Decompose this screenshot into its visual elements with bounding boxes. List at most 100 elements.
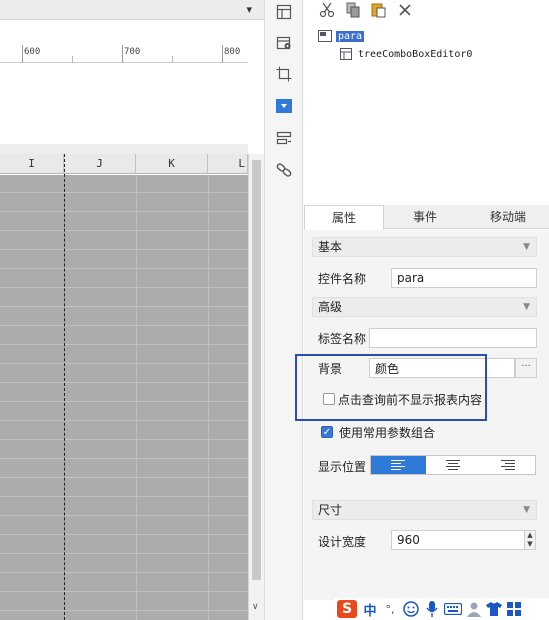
chevron-up-icon[interactable]: ▲ xyxy=(525,531,535,540)
widget-toolbar xyxy=(264,0,303,620)
section-title: 基本 xyxy=(318,240,343,254)
vertical-scrollbar[interactable]: ∨ xyxy=(248,154,264,620)
grid-row-line xyxy=(0,553,248,554)
tree-node-para[interactable]: para xyxy=(318,30,365,42)
tag-name-input[interactable] xyxy=(369,328,537,348)
delete-icon[interactable] xyxy=(394,0,416,20)
dropdown-icon[interactable]: ▾ xyxy=(246,3,252,16)
grid-row-line xyxy=(0,477,248,478)
section-basic[interactable]: 基本 ▼ xyxy=(312,237,537,257)
punctuation-toggle[interactable]: °, xyxy=(380,598,400,620)
highlight-box xyxy=(295,354,487,421)
chevron-down-icon[interactable]: ▼ xyxy=(523,298,530,316)
grid-row-line xyxy=(0,515,248,516)
crop-icon[interactable] xyxy=(274,64,294,84)
ruler-label: 800 xyxy=(224,47,241,57)
tree-combobox-node-icon xyxy=(340,48,352,60)
grid-row-line xyxy=(0,420,248,421)
chevron-down-icon[interactable]: ∨ xyxy=(252,602,259,612)
skin-shirt-icon[interactable] xyxy=(484,598,504,620)
align-center-button[interactable] xyxy=(426,456,481,474)
chevron-down-icon[interactable]: ▼ xyxy=(523,238,530,256)
sogou-logo-icon[interactable]: S xyxy=(334,598,360,620)
grid-row-line xyxy=(0,382,248,383)
more-options-button[interactable]: ··· xyxy=(515,358,537,378)
tree-toolbar xyxy=(304,0,549,22)
tab-events[interactable]: 事件 xyxy=(385,205,465,229)
grid-row-line xyxy=(0,211,248,212)
section-title: 高级 xyxy=(318,300,343,314)
control-name-input[interactable] xyxy=(391,268,537,288)
form-widget-icon[interactable] xyxy=(274,128,294,148)
grid-row-line xyxy=(0,610,248,611)
layout-icon[interactable] xyxy=(274,2,294,22)
cell-grid[interactable] xyxy=(0,175,248,620)
section-advanced[interactable]: 高级 ▼ xyxy=(312,297,537,317)
tree-node-combobox[interactable]: treeComboBoxEditor0 xyxy=(340,48,472,60)
column-headers: I J K L xyxy=(0,154,248,174)
report-editor: ▾ 600 700 800 I J K L ∨ xyxy=(0,0,264,620)
ruler-minor-tick xyxy=(72,56,73,63)
tab-properties[interactable]: 属性 xyxy=(304,205,384,230)
grid-row-line xyxy=(0,401,248,402)
grid-row-line xyxy=(0,230,248,231)
alignment-selector xyxy=(370,455,536,475)
section-size[interactable]: 尺寸 ▼ xyxy=(312,500,537,520)
use-param-combo-checkbox[interactable]: ✓ xyxy=(321,426,333,438)
grid-row-line xyxy=(0,496,248,497)
keyboard-icon[interactable] xyxy=(442,598,464,620)
grid-row-line xyxy=(0,325,248,326)
microphone-icon[interactable] xyxy=(422,598,442,620)
grid-column-line xyxy=(208,175,209,620)
cut-icon[interactable] xyxy=(316,0,338,20)
grid-row-line xyxy=(0,268,248,269)
toolbox-grid-icon[interactable] xyxy=(504,598,524,620)
align-right-icon xyxy=(500,460,515,470)
properties-panel: para treeComboBoxEditor0 属性 事件 移动端 基本 ▼ … xyxy=(304,0,549,620)
ruler-minor-tick xyxy=(172,56,173,63)
grid-row-line xyxy=(0,591,248,592)
tab-mobile[interactable]: 移动端 xyxy=(467,205,549,229)
column-header-l[interactable]: L xyxy=(208,154,248,174)
grid-row-line xyxy=(0,439,248,440)
ruler-label: 600 xyxy=(24,47,41,57)
emoji-icon[interactable] xyxy=(400,598,422,620)
user-icon[interactable] xyxy=(464,598,484,620)
grid-row-line xyxy=(0,344,248,345)
ime-mode-toggle[interactable]: 中 xyxy=(360,598,380,620)
tag-name-label: 标签名称 xyxy=(318,332,367,346)
align-left-button[interactable] xyxy=(371,456,426,474)
column-header-k[interactable]: K xyxy=(136,154,208,174)
sogou-logo-text: S xyxy=(337,600,357,618)
pane-separator[interactable] xyxy=(0,144,248,154)
copy-icon[interactable] xyxy=(342,0,364,20)
widget-settings-icon[interactable] xyxy=(274,33,294,53)
paste-icon[interactable] xyxy=(368,0,390,20)
column-header-j[interactable]: J xyxy=(64,154,136,174)
grid-column-line xyxy=(136,175,137,620)
parameter-pane-canvas[interactable] xyxy=(0,64,248,144)
display-position-label: 显示位置 xyxy=(318,460,367,474)
use-param-combo-label[interactable]: 使用常用参数组合 xyxy=(339,424,435,441)
chevron-down-icon[interactable]: ▼ xyxy=(523,501,530,519)
design-width-stepper[interactable]: ▲ ▼ xyxy=(524,530,536,550)
ruler-tick xyxy=(122,45,123,63)
design-width-label: 设计宽度 xyxy=(318,535,367,549)
align-right-button[interactable] xyxy=(480,456,535,474)
ime-toolbar: S 中 °, xyxy=(334,598,549,620)
link-icon[interactable] xyxy=(274,160,294,180)
grid-row-line xyxy=(0,363,248,364)
scrollbar-thumb[interactable] xyxy=(252,160,261,580)
combobox-widget-icon[interactable] xyxy=(274,96,294,116)
grid-row-line xyxy=(0,192,248,193)
form-node-icon xyxy=(318,30,332,42)
ruler-tick xyxy=(22,45,23,63)
design-width-input[interactable] xyxy=(391,530,525,550)
section-title: 尺寸 xyxy=(318,503,343,517)
ruler-label: 700 xyxy=(124,47,141,57)
column-header-i[interactable]: I xyxy=(0,154,64,174)
editor-top-strip: ▾ xyxy=(0,0,264,20)
chevron-down-icon[interactable]: ▼ xyxy=(525,540,535,549)
grid-row-line xyxy=(0,534,248,535)
align-left-icon xyxy=(391,460,406,470)
